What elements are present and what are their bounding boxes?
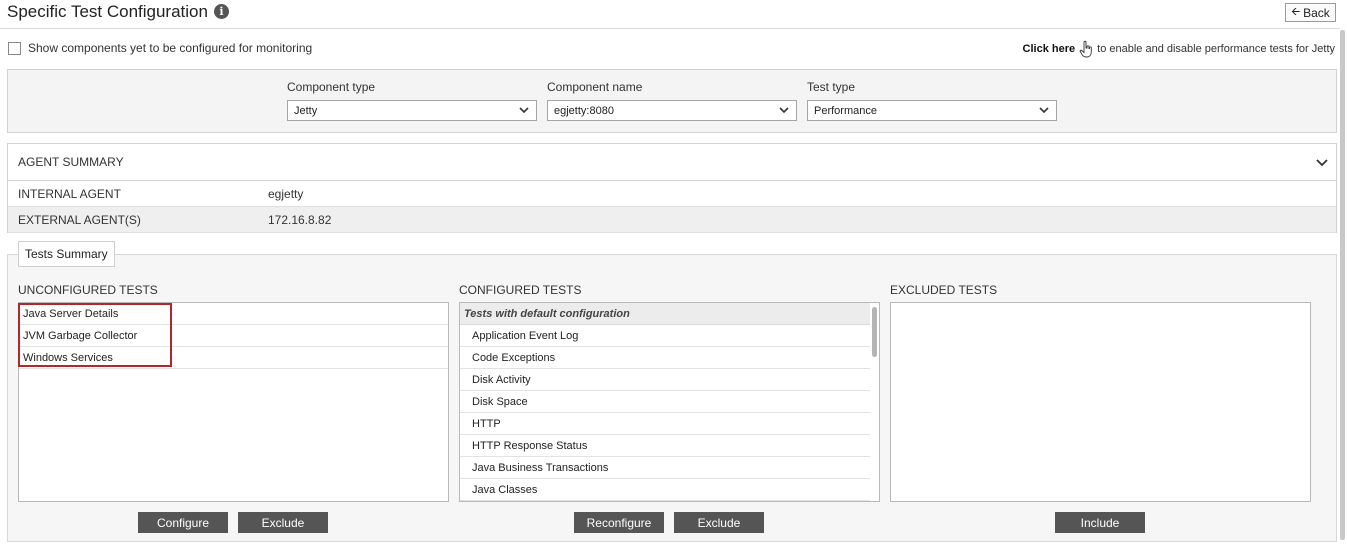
tab-tests-summary[interactable]: Tests Summary	[18, 241, 115, 267]
back-button[interactable]: 🡨 Back	[1285, 3, 1336, 22]
exclude-configured-button[interactable]: Exclude	[674, 512, 764, 533]
performance-tests-toggle-hint: Click here to enable and disable perform…	[1023, 40, 1335, 58]
component-type-filter: Component type Jetty	[287, 80, 537, 121]
reconfigure-button[interactable]: Reconfigure	[574, 512, 664, 533]
component-name-select[interactable]: egjetty:8080	[547, 100, 797, 121]
show-unconfigured-option: Show components yet to be configured for…	[8, 41, 312, 55]
list-item[interactable]: JVM Garbage Collector	[19, 325, 448, 347]
list-item[interactable]: Java Classes	[460, 479, 870, 501]
chevron-down-icon	[519, 107, 529, 114]
agent-key: EXTERNAL AGENT(S)	[18, 212, 141, 227]
agent-summary-title: AGENT SUMMARY	[18, 155, 124, 169]
test-type-filter: Test type Performance	[807, 80, 1057, 121]
test-type-select[interactable]: Performance	[807, 100, 1057, 121]
list-item[interactable]: HTTP Response Status	[460, 435, 870, 457]
click-here-link[interactable]: Click here	[1023, 43, 1076, 55]
include-button[interactable]: Include	[1055, 512, 1145, 533]
agent-row-internal: INTERNAL AGENT egjetty	[8, 181, 1336, 207]
excluded-tests-title: EXCLUDED TESTS	[890, 283, 998, 297]
back-button-label: Back	[1303, 5, 1330, 20]
show-unconfigured-label: Show components yet to be configured for…	[28, 41, 313, 55]
test-type-label: Test type	[807, 80, 856, 94]
info-icon[interactable]: i	[214, 4, 229, 19]
agent-row-external: EXTERNAL AGENT(S) 172.16.8.82	[8, 207, 1336, 233]
agent-key: INTERNAL AGENT	[18, 186, 121, 201]
list-item[interactable]: Disk Activity	[460, 369, 870, 391]
agent-value: egjetty	[268, 186, 304, 201]
unconfigured-tests-title: UNCONFIGURED TESTS	[18, 283, 158, 297]
list-item[interactable]: Application Event Log	[460, 325, 870, 347]
configure-button[interactable]: Configure	[138, 512, 228, 533]
unconfigured-tests-list[interactable]: Java Server Details JVM Garbage Collecto…	[18, 302, 449, 502]
configured-tests-list[interactable]: Tests with default configuration Applica…	[459, 302, 880, 502]
component-name-value: egjetty:8080	[554, 104, 614, 117]
filter-panel: Component type Jetty Component name egje…	[7, 69, 1337, 133]
title-bar: Specific Test Configuration i 🡨 Back	[0, 0, 1340, 29]
chevron-down-icon	[1039, 107, 1049, 114]
list-item[interactable]: Java Business Transactions	[460, 457, 870, 479]
component-type-value: Jetty	[294, 104, 318, 117]
agent-value: 172.16.8.82	[268, 212, 332, 227]
configured-tests-content: Tests with default configuration Applica…	[460, 303, 870, 501]
excluded-tests-list[interactable]	[890, 302, 1311, 502]
configured-scrollbar-thumb[interactable]	[872, 307, 877, 357]
chevron-down-icon[interactable]	[1316, 156, 1328, 168]
configured-group-header: Tests with default configuration	[460, 303, 870, 325]
page-scrollbar[interactable]	[1340, 30, 1345, 540]
agent-summary-header[interactable]: AGENT SUMMARY	[8, 144, 1336, 181]
list-item[interactable]: Code Exceptions	[460, 347, 870, 369]
click-here-suffix: to enable and disable performance tests …	[1097, 43, 1335, 55]
page-title: Specific Test Configuration	[7, 2, 208, 21]
component-type-select[interactable]: Jetty	[287, 100, 537, 121]
back-arrow-icon: 🡨	[1291, 6, 1301, 18]
exclude-unconfigured-button[interactable]: Exclude	[238, 512, 328, 533]
chevron-down-icon	[779, 107, 789, 114]
list-item[interactable]: Java Server Details	[19, 303, 448, 325]
hand-pointer-icon	[1079, 40, 1092, 58]
show-unconfigured-checkbox[interactable]	[8, 41, 21, 55]
agent-summary-panel: AGENT SUMMARY INTERNAL AGENT egjetty EXT…	[7, 143, 1337, 233]
component-name-filter: Component name egjetty:8080	[547, 80, 797, 121]
test-type-value: Performance	[814, 104, 877, 117]
component-name-label: Component name	[547, 80, 643, 94]
list-item[interactable]: HTTP	[460, 413, 870, 435]
list-item[interactable]: Disk Space	[460, 391, 870, 413]
component-type-label: Component type	[287, 80, 376, 94]
configured-tests-title: CONFIGURED TESTS	[459, 283, 582, 297]
list-item[interactable]: Windows Services	[19, 347, 448, 369]
